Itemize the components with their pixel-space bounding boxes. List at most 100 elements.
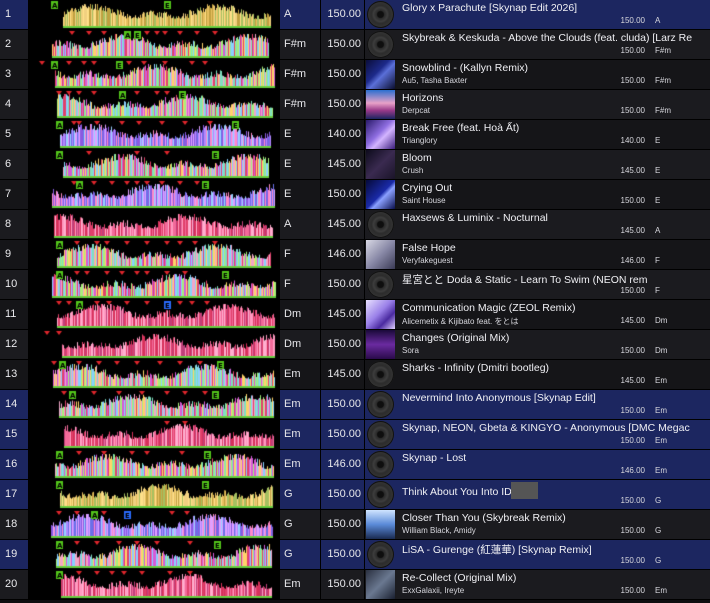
track-info: Sharks - Infinity (Dmitri bootleg) 145.00… <box>397 360 710 389</box>
track-row[interactable]: 16 Em 146.00 Skynap - Lost 146.00 Em <box>0 450 710 480</box>
track-bpm: 150.00 <box>322 270 365 299</box>
track-info-key: Em <box>655 406 667 415</box>
album-art <box>366 330 396 359</box>
waveform-overview[interactable] <box>28 300 280 329</box>
track-info: Think About You Into ID 150.00 G <box>397 480 710 509</box>
track-row[interactable]: 20 Em 150.00 Re-Collect (Original Mix) ExxGa… <box>0 570 710 600</box>
album-art <box>366 90 396 119</box>
track-key: Em <box>281 390 321 419</box>
track-key: Em <box>281 450 321 479</box>
track-info-bpm: 145.00 <box>620 376 645 385</box>
waveform-overview[interactable] <box>28 30 280 59</box>
waveform-overview[interactable] <box>28 540 280 569</box>
track-bpm: 145.00 <box>322 210 365 239</box>
waveform-overview[interactable] <box>28 0 280 29</box>
track-info-bpm: 150.00 <box>620 496 645 505</box>
track-info: Haxsews & Luminix - Nocturnal 145.00 A <box>397 210 710 239</box>
track-row[interactable]: 10 F 150.00 星宮とと Doda & Static - Learn To S… <box>0 270 710 300</box>
track-info: Re-Collect (Original Mix) ExxGalaxii, Ire… <box>397 570 710 599</box>
track-row[interactable]: 13 Em 145.00 Sharks - Infinity (Dmitri boot… <box>0 360 710 390</box>
track-number: 15 <box>5 428 18 440</box>
track-artist: Au5, Tasha Baxter <box>402 76 468 85</box>
track-title: Horizons <box>402 92 444 104</box>
track-info-bpm: 146.00 <box>620 466 645 475</box>
track-key: E <box>281 150 321 179</box>
album-art <box>366 270 396 299</box>
track-info-key: F#m <box>655 46 671 55</box>
track-artist: William Black, Amidy <box>402 526 476 535</box>
waveform-overview[interactable] <box>28 90 280 119</box>
track-title: Crying Out <box>402 182 453 194</box>
waveform-overview[interactable] <box>28 240 280 269</box>
track-row[interactable]: 8 A 145.00 Haxsews & Luminix - Nocturnal 145… <box>0 210 710 240</box>
track-row[interactable]: 14 Em 150.00 Nevermind Into Anonymous [Skyn… <box>0 390 710 420</box>
album-art <box>366 360 396 389</box>
waveform-overview[interactable] <box>28 210 280 239</box>
track-info: Skynap - Lost 146.00 Em <box>397 450 710 479</box>
track-info-bpm: 150.00 <box>620 106 645 115</box>
track-row[interactable]: 12 Dm 150.00 Changes (Original Mix) Sora 150.… <box>0 330 710 360</box>
track-info-key: Em <box>655 436 667 445</box>
album-art <box>366 120 396 149</box>
track-info-bpm: 150.00 <box>620 556 645 565</box>
track-row[interactable]: 19 G 150.00 LiSA - Gurenge (紅蓮華) [Skynap Re… <box>0 540 710 570</box>
waveform-overview[interactable] <box>28 330 280 359</box>
waveform-overview[interactable] <box>28 480 280 509</box>
track-artist: Veryfakeguest <box>402 256 453 265</box>
album-art <box>366 480 396 509</box>
track-artist: Sora <box>402 346 419 355</box>
track-row[interactable]: 1 A 150.00 Glory x Parachute [Skynap Edit 2… <box>0 0 710 30</box>
track-title: Communication Magic (ZEOL Remix) <box>402 302 576 314</box>
track-row[interactable]: 17 G 150.00 Think About You Into ID 150.00 G <box>0 480 710 510</box>
track-title: Snowblind - (Kallyn Remix) <box>402 62 529 74</box>
track-number: 13 <box>5 368 18 380</box>
track-info-bpm: 150.00 <box>620 76 645 85</box>
track-title: Skybreak & Keskuda - Above the Clouds (f… <box>402 32 693 44</box>
track-info: 星宮とと Doda & Static - Learn To Swim (NEON… <box>397 270 710 299</box>
track-row[interactable]: 18 G 150.00 Closer Than You (Skybreak Remix… <box>0 510 710 540</box>
track-row[interactable]: 15 Em 150.00 Skynap, NEON, Gbeta & KINGYO -… <box>0 420 710 450</box>
track-info-bpm: 140.00 <box>620 136 645 145</box>
track-key: F#m <box>281 60 321 89</box>
waveform-overview[interactable] <box>28 270 280 299</box>
track-row[interactable]: 9 F 146.00 False Hope Veryfakeguest 146.00 F <box>0 240 710 270</box>
track-key: A <box>281 210 321 239</box>
track-row[interactable]: 6 E 145.00 Bloom Crush 145.00 E <box>0 150 710 180</box>
track-bpm: 146.00 <box>322 240 365 269</box>
track-bpm: 145.00 <box>322 150 365 179</box>
waveform-overview[interactable] <box>28 120 280 149</box>
track-row[interactable]: 2 F#m 150.00 Skybreak & Keskuda - Above the… <box>0 30 710 60</box>
track-key: F#m <box>281 90 321 119</box>
track-key: A <box>281 0 321 29</box>
track-number: 12 <box>5 338 18 350</box>
track-key: E <box>281 120 321 149</box>
track-title: Nevermind Into Anonymous [Skynap Edit] <box>402 392 596 404</box>
track-row[interactable]: 5 E 140.00 Break Free (feat. Hoà Ất) Triangl… <box>0 120 710 150</box>
track-number: 7 <box>5 188 12 200</box>
track-row[interactable]: 11 Dm 145.00 Communication Magic (ZEOL Remi… <box>0 300 710 330</box>
track-row[interactable]: 4 F#m 150.00 Horizons Derpcat 150.00 F#m <box>0 90 710 120</box>
waveform-overview[interactable] <box>28 420 280 449</box>
waveform-overview[interactable] <box>28 180 280 209</box>
waveform-overview[interactable] <box>28 60 280 89</box>
track-artist: Saint House <box>402 196 446 205</box>
track-row[interactable]: 3 F#m 150.00 Snowblind - (Kallyn Remix) Au5,… <box>0 60 710 90</box>
track-bpm: 150.00 <box>322 420 365 449</box>
waveform-overview[interactable] <box>28 450 280 479</box>
waveform-overview[interactable] <box>28 150 280 179</box>
track-key: Em <box>281 570 321 599</box>
track-title: Think About You Into ID <box>402 482 707 499</box>
track-title: Sharks - Infinity (Dmitri bootleg) <box>402 362 550 374</box>
waveform-overview[interactable] <box>28 570 280 599</box>
track-title: Changes (Original Mix) <box>402 332 510 344</box>
waveform-overview[interactable] <box>28 390 280 419</box>
waveform-overview[interactable] <box>28 360 280 389</box>
track-bpm: 150.00 <box>322 90 365 119</box>
track-artist: Crush <box>402 166 424 175</box>
waveform-overview[interactable] <box>28 510 280 539</box>
track-info-bpm: 150.00 <box>620 46 645 55</box>
track-row[interactable]: 7 E 150.00 Crying Out Saint House 150.00 E <box>0 180 710 210</box>
track-number: 11 <box>5 308 17 320</box>
track-number: 4 <box>5 98 12 110</box>
track-info-key: Dm <box>655 316 668 325</box>
